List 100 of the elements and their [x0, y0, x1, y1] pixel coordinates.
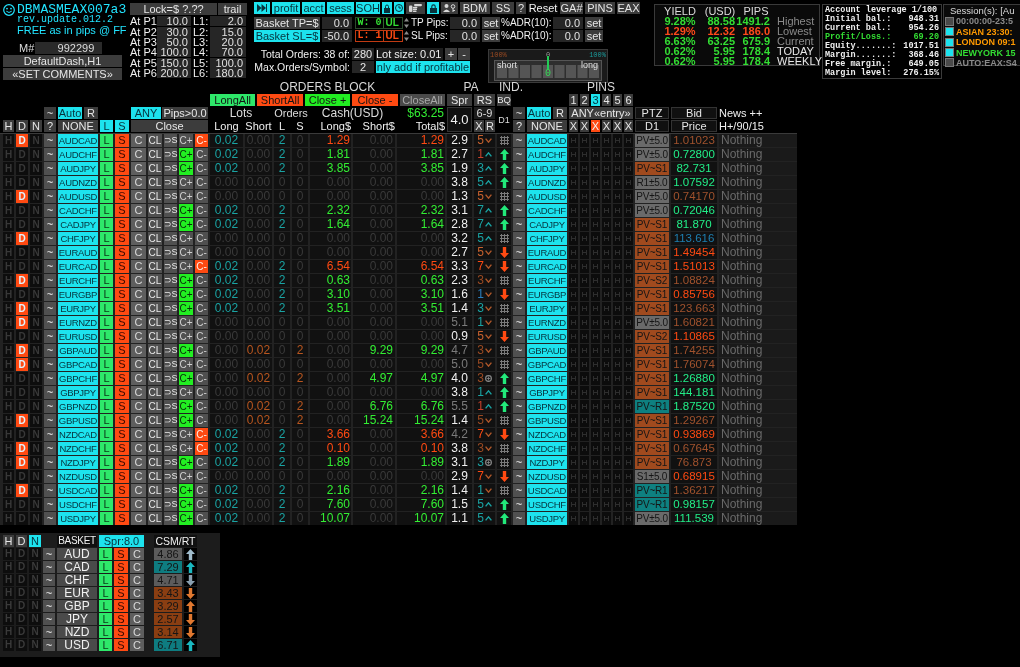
none-button[interactable]: NONE	[527, 120, 567, 132]
long-button[interactable]: L	[100, 498, 113, 511]
short-button[interactable]: S	[115, 400, 129, 413]
cs-button[interactable]: ⊃S	[164, 484, 177, 497]
help-button[interactable]: ?	[44, 120, 56, 132]
c-minus-button[interactable]: C-	[195, 498, 208, 511]
tilde-button[interactable]: ~	[513, 484, 525, 497]
cs-button[interactable]: ⊃S	[164, 162, 177, 175]
c-button[interactable]: C	[131, 218, 146, 231]
toolbar-button[interactable]: BDM	[460, 2, 490, 14]
pin-toggle[interactable]: X	[602, 120, 611, 132]
symbol-button[interactable]: AUDNZD	[527, 176, 567, 189]
c-minus-button[interactable]: C-	[195, 358, 208, 371]
help-button[interactable]: ?	[513, 120, 525, 132]
short-button[interactable]: S	[115, 176, 129, 189]
cl-button[interactable]: CL	[148, 218, 162, 231]
pin-tab[interactable]: 3	[591, 94, 600, 106]
short-button[interactable]: S	[115, 316, 129, 329]
long-button[interactable]: L	[100, 218, 113, 231]
short-button[interactable]: S	[115, 148, 129, 161]
c-minus-button[interactable]: C-	[195, 344, 208, 357]
symbol-button[interactable]: AUDCAD	[527, 134, 567, 147]
basket-button[interactable]: Basket SL=$	[254, 30, 320, 42]
toolbar-button[interactable]: ?	[516, 2, 526, 14]
entry-button[interactable]: ANY«entry»	[569, 107, 633, 119]
short-button[interactable]: S	[115, 302, 129, 315]
c-plus-button[interactable]: C+	[179, 358, 193, 371]
long-button[interactable]: L	[100, 316, 113, 329]
tilde-button[interactable]: ~	[44, 372, 56, 385]
short-button[interactable]: S	[115, 330, 129, 343]
cl-button[interactable]: CL	[148, 512, 162, 525]
long-button[interactable]: L	[99, 574, 112, 586]
pips-filter-button[interactable]: Pips>0.0	[162, 107, 208, 119]
symbol-button[interactable]: GBPCHF	[58, 372, 98, 385]
symbol-button[interactable]: EURGBP	[58, 288, 98, 301]
symbol-button[interactable]: GBPJPY	[527, 386, 567, 399]
short-button[interactable]: S	[115, 414, 129, 427]
cs-button[interactable]: ⊃S	[164, 344, 177, 357]
value-field[interactable]: 180.0	[210, 68, 246, 79]
c-minus-button[interactable]: C-	[195, 414, 208, 427]
symbol-button[interactable]: EURAUD	[58, 246, 98, 259]
long-button[interactable]: L	[99, 613, 112, 625]
c-minus-button[interactable]: C-	[195, 274, 208, 287]
short-button[interactable]: S	[115, 246, 129, 259]
tilde-button[interactable]: ~	[513, 428, 525, 441]
any-button[interactable]: ANY	[131, 107, 161, 119]
c-minus-button[interactable]: C-	[195, 484, 208, 497]
c-plus-button[interactable]: C+	[179, 372, 193, 385]
c-button[interactable]: C	[131, 470, 146, 483]
symbol-button[interactable]: GBPNZD	[58, 400, 98, 413]
cs-button[interactable]: ⊃S	[164, 400, 177, 413]
cs-button[interactable]: ⊃S	[164, 512, 177, 525]
tilde-button[interactable]: ~	[44, 232, 56, 245]
c-plus-button[interactable]: C+	[179, 288, 193, 301]
tilde-button[interactable]: ~	[513, 288, 525, 301]
value-field[interactable]: 10.0	[157, 16, 191, 27]
long-button[interactable]: L	[100, 134, 113, 147]
c-plus-button[interactable]: C+	[179, 246, 193, 259]
symbol-button[interactable]: CADCHF	[58, 204, 98, 217]
tilde-button[interactable]: ~	[44, 107, 56, 119]
symbol-button[interactable]: EURNZD	[527, 316, 567, 329]
session-checkbox[interactable]	[945, 16, 954, 26]
tilde-button[interactable]: ~	[44, 176, 56, 189]
symbol-button[interactable]: EURAUD	[527, 246, 567, 259]
cl-button[interactable]: CL	[148, 400, 162, 413]
value-field[interactable]: 30.0	[157, 26, 191, 37]
c-plus-button[interactable]: C+	[179, 204, 193, 217]
currency-button[interactable]: AUD	[57, 548, 97, 560]
tilde-button[interactable]: ~	[43, 587, 55, 599]
tilde-button[interactable]: ~	[44, 358, 56, 371]
symbol-button[interactable]: CADCHF	[527, 204, 567, 217]
symbol-button[interactable]: GBPUSD	[527, 414, 567, 427]
cl-button[interactable]: CL	[148, 358, 162, 371]
session-checkbox[interactable]	[945, 58, 954, 68]
c-plus-button[interactable]: C+	[179, 260, 193, 273]
long-toggle[interactable]: L	[100, 120, 113, 132]
tilde-button[interactable]: ~	[513, 498, 525, 511]
tilde-button[interactable]: ~	[44, 498, 56, 511]
value-field[interactable]: 100.0	[157, 47, 191, 58]
tilde-button[interactable]: ~	[43, 561, 55, 573]
tilde-button[interactable]: ~	[513, 107, 525, 119]
symbol-button[interactable]: CHFJPY	[58, 232, 98, 245]
short-button[interactable]: S	[115, 358, 129, 371]
tilde-button[interactable]: ~	[513, 372, 525, 385]
lot-size-field[interactable]: Lot size: 0.01	[376, 48, 443, 60]
symbol-button[interactable]: EURCHF	[527, 274, 567, 287]
symbol-button[interactable]: CHFJPY	[527, 232, 567, 245]
short-button[interactable]: S	[115, 274, 129, 287]
short-button[interactable]: S	[115, 344, 129, 357]
c-minus-button[interactable]: C-	[195, 512, 208, 525]
symbol-button[interactable]: AUDNZD	[58, 176, 98, 189]
toolbar-button[interactable]	[394, 2, 404, 14]
cl-button[interactable]: CL	[148, 330, 162, 343]
tilde-button[interactable]: ~	[44, 134, 56, 147]
tilde-button[interactable]: ~	[43, 600, 55, 612]
cl-button[interactable]: CL	[148, 260, 162, 273]
long-button[interactable]: L	[100, 204, 113, 217]
long-button[interactable]: L	[100, 428, 113, 441]
x-button[interactable]: X	[474, 120, 484, 132]
c-plus-button[interactable]: C+	[179, 386, 193, 399]
